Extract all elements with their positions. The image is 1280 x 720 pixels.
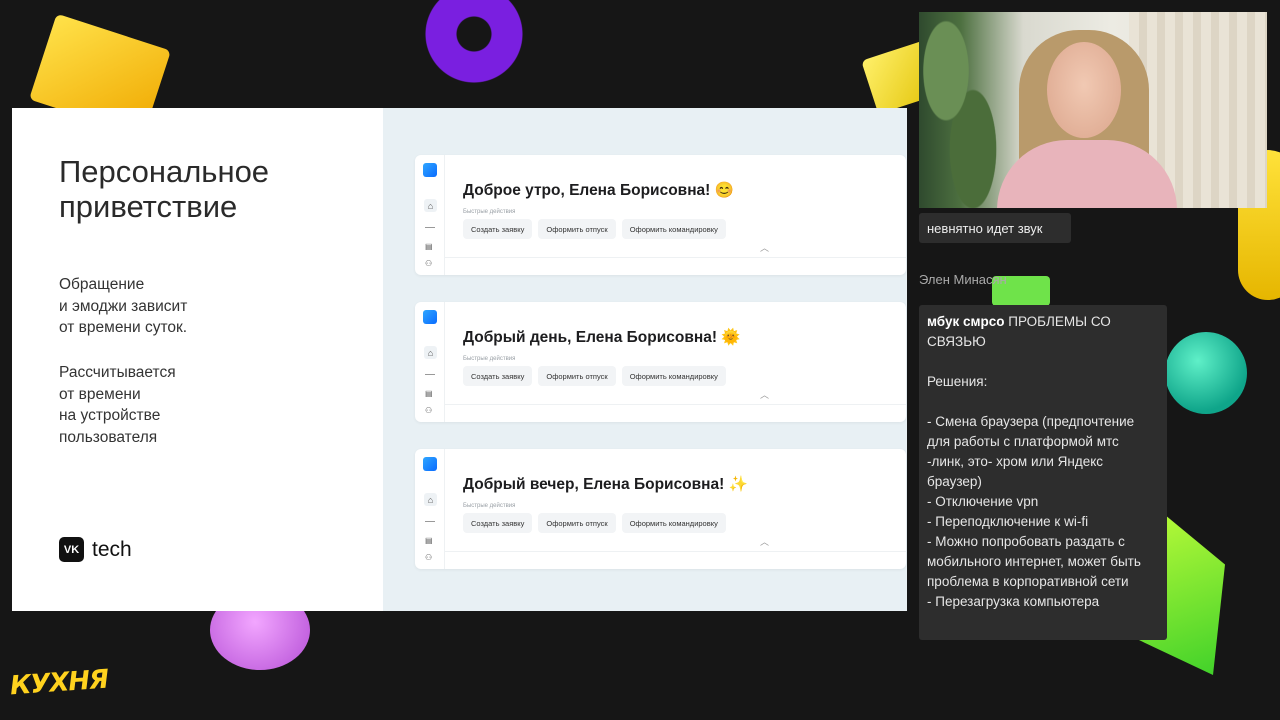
chat-message-sender: мбук смрсо <box>927 314 1005 329</box>
doc-icon: ▤ <box>425 242 433 251</box>
greeting-text: Добрый вечер, Елена Борисовна! ✨ <box>463 476 748 493</box>
speaker-webcam-video[interactable] <box>919 12 1267 208</box>
chat-message-body: ПРОБЛЕМЫ СО СВЯЗЬЮ Решения: - Смена брау… <box>927 314 1141 609</box>
event-logo: КУХНЯ <box>9 664 110 702</box>
home-icon: ⌂ <box>424 346 437 359</box>
card-side-rail: ⌂ ▤ ⚇ <box>415 155 445 275</box>
home-icon: ⌂ <box>424 493 437 506</box>
chevron-up-icon[interactable]: ︿ <box>760 241 769 254</box>
quick-actions-label: Быстрые действия <box>463 503 516 509</box>
card-side-rail: ⌂ ▤ ⚇ <box>415 449 445 569</box>
greeting-text: Доброе утро, Елена Борисовна! 😊 <box>463 182 734 199</box>
app-logo-icon <box>423 163 437 177</box>
business-trip-button[interactable]: Оформить командировку <box>621 219 726 239</box>
create-request-button[interactable]: Создать заявку <box>463 219 533 239</box>
vacation-button[interactable]: Оформить отпуск <box>538 219 616 239</box>
people-icon: ⚇ <box>425 259 433 268</box>
home-icon: ⌂ <box>424 199 437 212</box>
background-plant <box>919 12 1009 208</box>
quick-actions: Создать заявку Оформить отпуск Оформить … <box>463 366 726 386</box>
divider <box>425 227 435 228</box>
chat-author: Элен Минасян <box>919 272 1007 287</box>
slide-title: Персональное приветствие <box>59 154 270 224</box>
chevron-up-icon[interactable]: ︿ <box>760 535 769 548</box>
vacation-button[interactable]: Оформить отпуск <box>538 513 616 533</box>
business-trip-button[interactable]: Оформить командировку <box>621 366 726 386</box>
slide-text-2: Рассчитывается от времени на устройстве … <box>59 364 176 446</box>
people-icon: ⚇ <box>425 406 433 415</box>
vacation-button[interactable]: Оформить отпуск <box>538 366 616 386</box>
greeting-text: Добрый день, Елена Борисовна! 🌞 <box>463 329 741 346</box>
vk-logo-text: tech <box>92 537 132 561</box>
quick-actions-label: Быстрые действия <box>463 209 516 215</box>
speaker-face <box>1047 42 1121 138</box>
decor-teal-sphere <box>1165 332 1247 414</box>
chevron-up-icon[interactable]: ︿ <box>760 388 769 401</box>
divider <box>425 521 435 522</box>
card-side-rail: ⌂ ▤ ⚇ <box>415 302 445 422</box>
create-request-button[interactable]: Создать заявку <box>463 513 533 533</box>
divider <box>445 551 906 552</box>
slide-text-1: Обращение и эмоджи зависит от времени су… <box>59 276 188 336</box>
decor-purple-ring <box>425 0 523 83</box>
quick-actions-label: Быстрые действия <box>463 356 516 362</box>
divider <box>445 404 906 405</box>
app-logo-icon <box>423 457 437 471</box>
greeting-card-day: ⌂ ▤ ⚇ Добрый день, Елена Борисовна! 🌞 Бы… <box>415 302 906 422</box>
vk-tech-logo: VK tech <box>59 537 132 562</box>
quick-actions: Создать заявку Оформить отпуск Оформить … <box>463 513 726 533</box>
doc-icon: ▤ <box>425 536 433 545</box>
greeting-card-evening: ⌂ ▤ ⚇ Добрый вечер, Елена Борисовна! ✨ Б… <box>415 449 906 569</box>
quick-actions: Создать заявку Оформить отпуск Оформить … <box>463 219 726 239</box>
divider <box>425 374 435 375</box>
divider <box>445 257 906 258</box>
people-icon: ⚇ <box>425 553 433 562</box>
business-trip-button[interactable]: Оформить командировку <box>621 513 726 533</box>
doc-icon: ▤ <box>425 389 433 398</box>
greeting-card-morning: ⌂ ▤ ⚇ Доброе утро, Елена Борисовна! 😊 Бы… <box>415 155 906 275</box>
chat-message-pinned: мбук смрсо ПРОБЛЕМЫ СО СВЯЗЬЮ Решения: -… <box>919 305 1167 640</box>
slide-right-panel: ⌂ ▤ ⚇ Доброе утро, Елена Борисовна! 😊 Бы… <box>383 108 907 611</box>
slide-left-panel: Персональное приветствие Обращение и эмо… <box>12 108 383 611</box>
vk-logo-icon: VK <box>59 537 84 562</box>
app-logo-icon <box>423 310 437 324</box>
chat-message: невнятно идет звук <box>919 213 1071 243</box>
create-request-button[interactable]: Создать заявку <box>463 366 533 386</box>
presentation-slide: Персональное приветствие Обращение и эмо… <box>12 108 907 611</box>
